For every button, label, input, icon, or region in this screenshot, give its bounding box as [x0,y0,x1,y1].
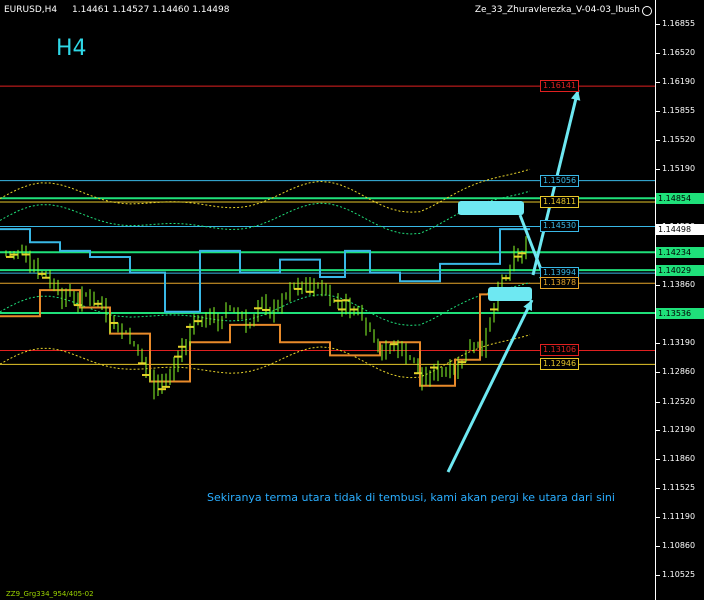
price-flag: 1.13536 [656,308,704,320]
level-label: 1.14530 [540,220,580,233]
axis-tick [656,459,660,460]
axis-tick-label: 1.15855 [662,106,696,116]
ohlc-values: 1.14461 1.14527 1.14460 1.14498 [72,5,230,15]
axis-tick [656,517,660,519]
axis-tick-label: 1.13190 [662,338,696,348]
axis-tick-label: 1.13860 [662,279,696,289]
smiley-face-icon[interactable] [642,6,652,16]
axis-tick [656,53,660,55]
price-flag: 1.14498 [656,224,704,236]
axis-tick [656,24,660,25]
axis-tick [656,81,660,83]
axis-tick [656,343,660,345]
envelope-band [0,168,531,213]
symbol-timeframe: EURUSD,H4 [4,5,58,15]
level-label: 1.15056 [540,174,580,187]
level-label: 1.13106 [540,344,580,357]
chart-window[interactable]: EURUSD,H4 1.14461 1.14527 1.14460 1.1449… [0,0,704,600]
annotation-note: Sekiranya terma utara tidak di tembusi, … [207,491,615,504]
axis-tick-label: 1.12520 [662,396,696,406]
axis-tick-label: 1.16520 [662,48,696,58]
axis-tick-label: 1.12860 [662,366,696,376]
axis-tick-label: 1.16190 [662,76,696,86]
price-axis[interactable]: 1.16855 1.16520 1.16190 1.15855 1.15520 1.151… [655,0,704,600]
axis-tick [656,430,660,432]
axis-tick-label: 1.11190 [662,512,696,522]
axis-tick-label: 1.11525 [662,483,696,493]
axis-tick-label: 1.15520 [662,135,696,145]
axis-tick [656,284,660,286]
level-label: 1.16141 [540,80,580,93]
resistance-zone [458,201,524,215]
axis-tick [656,140,660,142]
level-label: 1.12946 [540,358,580,371]
price-flag: 1.14029 [656,265,704,277]
axis-tick [656,371,660,373]
level-label: 1.14811 [540,196,580,208]
price-flag: 1.14854 [656,193,704,205]
axis-tick-label: 1.11860 [662,454,696,463]
support-zone [488,287,532,301]
level-label: 1.13878 [540,277,580,290]
axis-tick-label: 1.16855 [662,19,696,28]
axis-tick [656,401,660,403]
timeframe-label: H4 [56,36,87,61]
axis-tick-label: 1.10860 [662,541,696,551]
axis-tick [656,111,660,113]
axis-tick-label: 1.15190 [662,164,696,173]
indicator-footer: ZZ9_Grg334_954/405-02 [6,590,94,598]
axis-tick [656,488,660,490]
axis-tick [656,546,660,548]
axis-tick-label: 1.12190 [662,425,696,435]
axis-tick [656,575,660,577]
axis-tick [656,169,660,170]
expert-advisor-name: Ze_33_Zhuravlerezka_V-04-03_Ibush [474,5,640,15]
candlestick-series [5,236,527,400]
axis-tick-label: 1.10525 [662,570,696,580]
price-flag: 1.14234 [656,247,704,259]
